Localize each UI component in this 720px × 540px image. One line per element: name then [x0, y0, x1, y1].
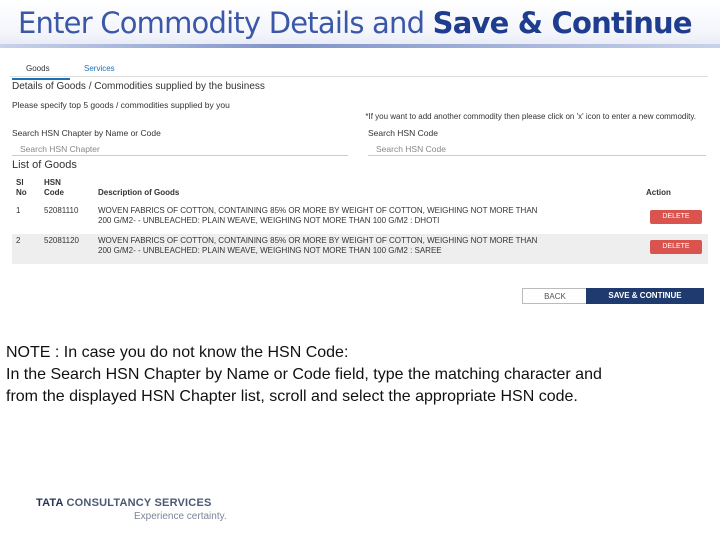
- tab-goods[interactable]: Goods: [12, 64, 70, 80]
- col-sl-no-line1: Sl: [16, 178, 24, 187]
- logo-brand: TATA CONSULTANCY SERVICES: [36, 497, 212, 509]
- tab-services[interactable]: Services: [84, 64, 115, 73]
- row-description: WOVEN FABRICS OF COTTON, CONTAINING 85% …: [98, 206, 537, 226]
- logo-brand-rest: CONSULTANCY SERVICES: [63, 497, 212, 509]
- slide-header: Enter Commodity Details and Save & Conti…: [0, 0, 720, 48]
- note-line-1: NOTE : In case you do not know the HSN C…: [6, 344, 349, 361]
- note-line-2: In the Search HSN Chapter by Name or Cod…: [6, 366, 602, 383]
- note-line-3: from the displayed HSN Chapter list, scr…: [6, 388, 578, 405]
- save-continue-button[interactable]: SAVE & CONTINUE: [586, 288, 704, 304]
- slide-title-bold: Save & Continue: [432, 6, 693, 40]
- search-code-label: Search HSN Code: [368, 128, 438, 138]
- row-description-line2: 200 G/M2- - UNBLEACHED: PLAIN WEAVE, WEI…: [98, 216, 440, 225]
- back-button[interactable]: BACK: [522, 288, 588, 304]
- row-hsn-code: 52081120: [44, 236, 79, 245]
- row-description-line1: WOVEN FABRICS OF COTTON, CONTAINING 85% …: [98, 206, 538, 215]
- row-sl: 2: [16, 236, 21, 245]
- goods-details-screenshot: Goods Services Details of Goods / Commod…: [10, 56, 708, 306]
- delete-button[interactable]: DELETE: [650, 240, 702, 254]
- col-sl-no-line2: No: [16, 188, 27, 197]
- tcs-logo: TATA CONSULTANCY SERVICES Experience cer…: [36, 497, 227, 522]
- slide-title: Enter Commodity Details and Save & Conti…: [18, 6, 693, 40]
- search-chapter-input[interactable]: Search HSN Chapter: [12, 142, 348, 156]
- tab-bar: Goods Services: [10, 60, 210, 80]
- search-code-input[interactable]: Search HSN Code: [368, 142, 706, 156]
- row-sl: 1: [16, 206, 21, 215]
- note-text: NOTE : In case you do not know the HSN C…: [6, 342, 706, 408]
- col-hsn-code: HSN Code: [44, 178, 64, 198]
- search-chapter-label: Search HSN Chapter by Name or Code: [12, 128, 161, 138]
- col-hsn-line1: HSN: [44, 178, 61, 187]
- table-row: 1 52081110 WOVEN FABRICS OF COTTON, CONT…: [12, 204, 708, 234]
- hint-text: *If you want to add another commodity th…: [365, 112, 696, 121]
- header-rule: [0, 44, 720, 48]
- logo-tagline: Experience certainty.: [134, 511, 227, 522]
- list-title: List of Goods: [12, 159, 77, 171]
- col-sl-no: Sl No: [16, 178, 27, 198]
- col-action: Action: [646, 188, 671, 197]
- row-description-line1: WOVEN FABRICS OF COTTON, CONTAINING 85% …: [98, 236, 538, 245]
- col-hsn-line2: Code: [44, 188, 64, 197]
- delete-button-label: DELETE: [662, 213, 690, 220]
- delete-button-label: DELETE: [662, 243, 690, 250]
- logo-tata: TATA: [36, 497, 64, 509]
- slide-title-plain: Enter Commodity Details and: [18, 6, 433, 40]
- instruction-text: Please specify top 5 goods / commodities…: [12, 100, 230, 110]
- delete-button[interactable]: DELETE: [650, 210, 702, 224]
- col-description: Description of Goods: [98, 188, 180, 197]
- row-description-line2: 200 G/M2- - UNBLEACHED: PLAIN WEAVE, WEI…: [98, 246, 442, 255]
- section-title: Details of Goods / Commodities supplied …: [12, 81, 265, 92]
- table-row: 2 52081120 WOVEN FABRICS OF COTTON, CONT…: [12, 234, 708, 264]
- row-hsn-code: 52081110: [44, 206, 79, 215]
- tabs-divider: [10, 76, 708, 77]
- row-description: WOVEN FABRICS OF COTTON, CONTAINING 85% …: [98, 236, 537, 256]
